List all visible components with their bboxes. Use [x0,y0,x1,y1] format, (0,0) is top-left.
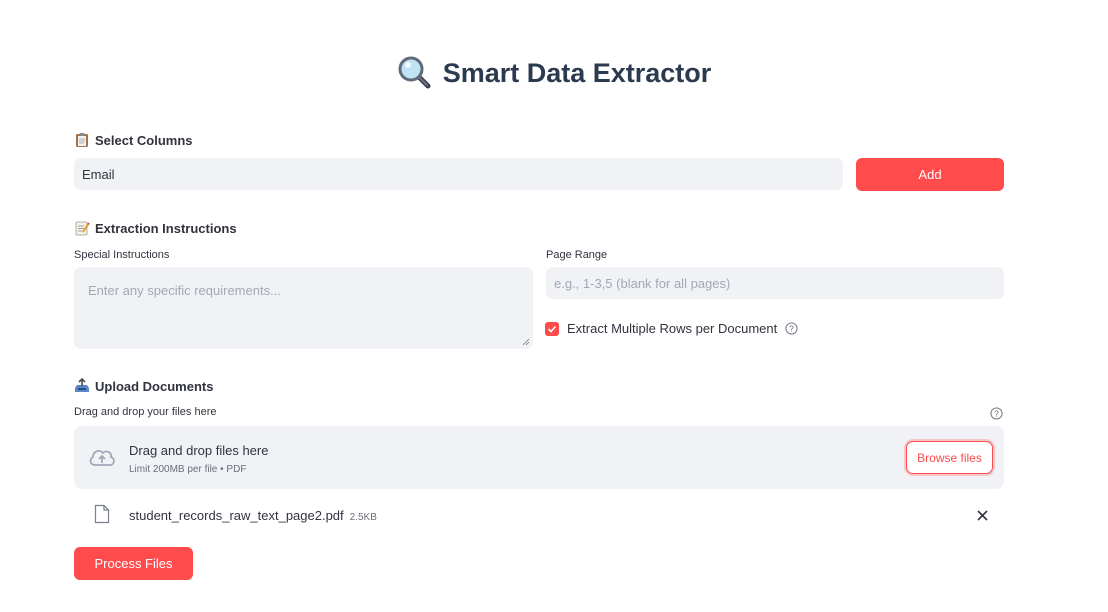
file-size: 2.5KB [349,512,377,523]
select-columns-heading: Select Columns [74,132,193,148]
column-input-value: Email [82,166,115,182]
add-column-button[interactable]: Add [856,158,1004,191]
drag-drop-label: Drag and drop your files here [74,406,217,418]
special-instructions-label: Special Instructions [74,249,170,261]
page-range-input[interactable]: e.g., 1-3,5 (blank for all pages) [546,267,1004,299]
browse-files-button[interactable]: Browse files [906,441,993,474]
memo-icon [74,220,90,236]
dropzone-title: Drag and drop files here [129,443,269,458]
magnifying-glass-icon [397,55,433,91]
svg-text:?: ? [789,323,794,333]
file-icon [94,504,110,524]
upload-documents-heading-text: Upload Documents [95,378,214,394]
inbox-tray-icon [74,377,90,394]
add-column-button-label: Add [918,167,942,182]
remove-file-icon[interactable] [977,510,988,521]
extraction-instructions-heading: Extraction Instructions [74,220,237,236]
dropzone-limit: Limit 200MB per file • PDF [129,464,247,475]
svg-text:?: ? [994,408,999,418]
clipboard-icon [74,132,90,148]
special-instructions-textarea[interactable]: Enter any specific requirements... [74,267,533,349]
process-files-label: Process Files [94,556,173,571]
extraction-instructions-heading-text: Extraction Instructions [95,220,237,236]
file-dropzone[interactable]: Drag and drop files here Limit 200MB per… [74,426,1004,489]
page-range-placeholder: e.g., 1-3,5 (blank for all pages) [554,275,731,291]
browse-files-label: Browse files [917,450,982,465]
resize-handle-icon[interactable] [522,338,530,346]
multi-rows-checkbox-row[interactable]: Extract Multiple Rows per Document ? [545,321,798,336]
checkmark-icon [547,325,557,333]
column-input[interactable]: Email [74,158,843,190]
cloud-upload-icon [89,450,115,466]
select-columns-heading-text: Select Columns [95,132,193,148]
help-icon[interactable]: ? [785,322,798,335]
upload-documents-heading: Upload Documents [74,377,214,394]
special-instructions-placeholder: Enter any specific requirements... [88,283,281,298]
process-files-button[interactable]: Process Files [74,547,193,580]
multi-rows-checkbox[interactable] [545,321,559,336]
file-name: student_records_raw_text_page2.pdf [129,508,344,523]
upload-help-icon[interactable]: ? [990,407,1003,420]
uploaded-file-row: student_records_raw_text_page2.pdf 2.5KB [74,500,1004,530]
multi-rows-label: Extract Multiple Rows per Document [567,321,778,336]
app-title-text: Smart Data Extractor [442,57,712,88]
file-info: student_records_raw_text_page2.pdf 2.5KB [129,508,377,523]
page-range-label: Page Range [546,249,608,261]
page-title: Smart Data Extractor [0,55,1108,91]
